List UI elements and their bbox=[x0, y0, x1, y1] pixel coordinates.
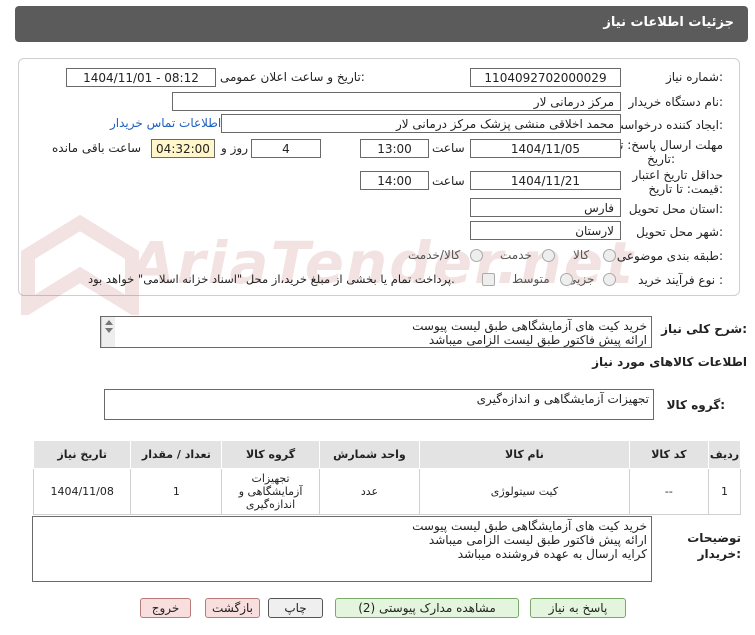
cell-date: 1404/11/08 bbox=[32, 468, 132, 515]
view-documents-button[interactable]: مشاهده مدارک پیوستی (2) bbox=[335, 598, 519, 618]
creator-field: محمد اخلاقی منشی پزشک مرکز درمانی لار bbox=[221, 114, 621, 133]
col-qty: تعداد / مقدار bbox=[130, 440, 223, 469]
need-number-label: شماره نیاز: bbox=[665, 70, 723, 84]
cell-row: 1 bbox=[708, 468, 741, 515]
deadline-time-field: 13:00 bbox=[360, 139, 429, 158]
buyer-notes-label-2: خریدار: bbox=[697, 547, 741, 561]
description-textarea[interactable]: خرید کیت های آزمایشگاهی طبق لیست پیوست ا… bbox=[100, 316, 652, 348]
deadline-label: مهلت ارسال پاسخ: تا bbox=[616, 138, 723, 152]
notes-line-1: خرید کیت های آزمایشگاهی طبق لیست پیوست bbox=[412, 519, 647, 533]
cell-qty: 1 bbox=[130, 468, 223, 515]
category-radio-both[interactable] bbox=[470, 249, 483, 262]
days-label: روز و bbox=[221, 141, 248, 155]
process-radio-medium[interactable] bbox=[560, 273, 573, 286]
validity-label-2: قیمت: تا تاریخ: bbox=[648, 182, 723, 196]
goods-table: ردیف کد کالا نام کالا واحد شمارش گروه کا… bbox=[32, 440, 741, 515]
deadline-label-2: تاریخ: bbox=[647, 152, 675, 166]
scroll-arrows-icon bbox=[105, 320, 113, 333]
creator-label: ایجاد کننده درخواست: bbox=[612, 118, 723, 132]
category-radio-goods[interactable] bbox=[603, 249, 616, 262]
validity-time-label: ساعت bbox=[432, 174, 465, 188]
process-option-medium: متوسط bbox=[512, 272, 550, 286]
page-header: جزئیات اطلاعات نیاز bbox=[15, 6, 748, 42]
cell-code: -- bbox=[628, 468, 710, 515]
buyer-notes-field: خرید کیت های آزمایشگاهی طبق لیست پیوست ا… bbox=[32, 516, 652, 582]
col-row: ردیف bbox=[708, 440, 741, 469]
remaining-label: ساعت باقی مانده bbox=[52, 141, 142, 155]
category-option-both: کالا/خدمت bbox=[408, 248, 461, 262]
category-option-goods: کالا bbox=[573, 248, 590, 262]
description-label: شرح کلی نیاز: bbox=[661, 322, 747, 336]
process-label: نوع فرآیند خرید : bbox=[638, 273, 723, 287]
reply-button[interactable]: پاسخ به نیاز bbox=[530, 598, 626, 618]
city-field: لارستان bbox=[470, 221, 621, 240]
page-title: جزئیات اطلاعات نیاز bbox=[603, 15, 734, 30]
exit-button[interactable]: خروج bbox=[140, 598, 191, 618]
col-name: نام کالا bbox=[419, 440, 630, 469]
category-radio-service[interactable] bbox=[542, 249, 555, 262]
col-unit: واحد شمارش bbox=[318, 440, 421, 469]
buyer-org-label: نام دستگاه خریدار: bbox=[628, 95, 724, 109]
table-row: 1 -- کیت سیتولوژی عدد تجهیزات آزمایشگاهی… bbox=[32, 468, 741, 515]
province-label: استان محل تحویل: bbox=[628, 202, 723, 216]
category-option-service: خدمت bbox=[500, 248, 532, 262]
validity-time-field: 14:00 bbox=[360, 171, 429, 190]
process-radio-minor[interactable] bbox=[603, 273, 616, 286]
deadline-date-field: 1404/11/05 bbox=[470, 139, 621, 158]
buyer-notes-label: توضیحات bbox=[687, 531, 741, 545]
need-number-field: 1104092702000029 bbox=[470, 68, 621, 87]
announce-date-label: تاریخ و ساعت اعلان عمومی: bbox=[220, 70, 365, 84]
cell-unit: عدد bbox=[318, 468, 421, 515]
cell-group: تجهیزات آزمایشگاهی و اندازه‌گیری bbox=[221, 468, 320, 515]
print-button[interactable]: چاپ bbox=[268, 598, 323, 618]
notes-line-2: ارائه پیش فاکتور طبق لیست الزامی میباشد bbox=[428, 533, 647, 547]
city-label: شهر محل تحویل: bbox=[636, 225, 723, 239]
treasury-note: پرداخت تمام یا بخشی از مبلغ خرید،از محل … bbox=[88, 272, 455, 286]
days-remaining-field: 4 bbox=[251, 139, 321, 158]
cell-name: کیت سیتولوژی bbox=[419, 468, 630, 515]
watermark-icon bbox=[21, 215, 139, 315]
category-label: طبقه بندی موضوعی: bbox=[616, 249, 723, 263]
description-line-1: خرید کیت های آزمایشگاهی طبق لیست پیوست bbox=[412, 319, 647, 333]
goods-group-label: گروه کالا: bbox=[666, 398, 725, 412]
buyer-contact-link[interactable]: اطلاعات تماس خریدار bbox=[110, 116, 221, 130]
goods-section-title: اطلاعات کالاهای مورد نیاز bbox=[592, 355, 747, 369]
treasury-checkbox[interactable] bbox=[482, 273, 495, 286]
validity-date-field: 1404/11/21 bbox=[470, 171, 621, 190]
goods-group-field: تجهیزات آزمایشگاهی و اندازه‌گیری bbox=[104, 389, 654, 420]
province-field: فارس bbox=[470, 198, 621, 217]
back-button[interactable]: بازگشت bbox=[205, 598, 260, 618]
goods-group-value: تجهیزات آزمایشگاهی و اندازه‌گیری bbox=[476, 392, 649, 406]
buyer-org-field: مرکز درمانی لار bbox=[172, 92, 621, 111]
col-code: کد کالا bbox=[628, 440, 710, 469]
col-date: تاریخ نیاز bbox=[32, 440, 132, 469]
description-line-2: ارائه پیش فاکتور طبق لیست الزامی میباشد bbox=[428, 333, 647, 347]
description-scrollbar[interactable] bbox=[101, 317, 115, 347]
announce-date-field: 1404/11/01 - 08:12 bbox=[66, 68, 216, 87]
validity-label: حداقل تاریخ اعتبار bbox=[632, 168, 723, 182]
deadline-time-label: ساعت bbox=[432, 141, 465, 155]
col-group: گروه کالا bbox=[221, 440, 320, 469]
remaining-time-field: 04:32:00 bbox=[151, 139, 215, 158]
notes-line-3: کرایه ارسال به عهده فروشنده میباشد bbox=[457, 547, 647, 561]
